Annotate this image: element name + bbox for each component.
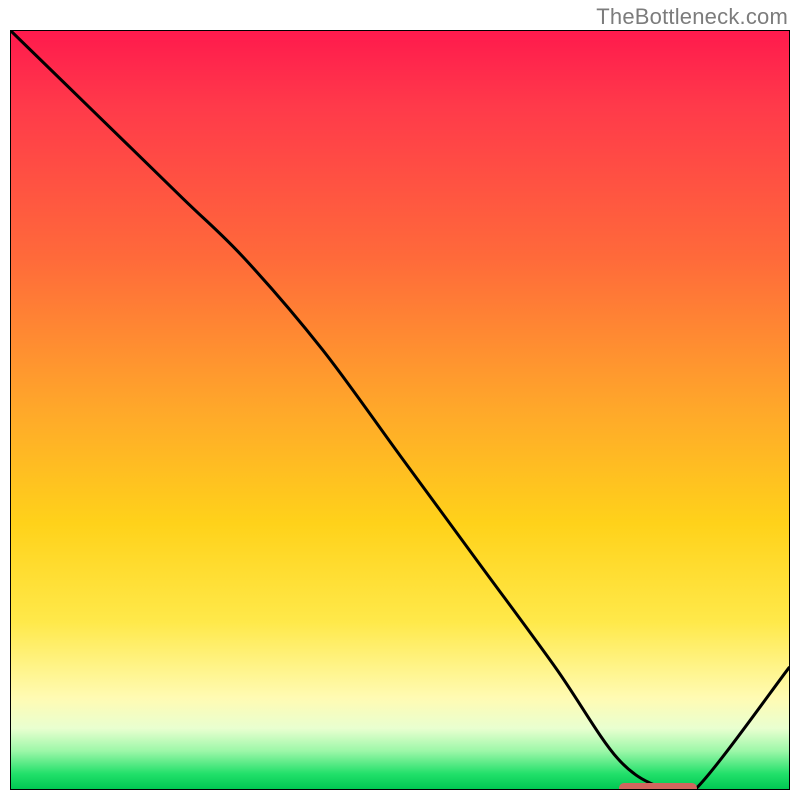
watermark-text: TheBottleneck.com bbox=[596, 4, 788, 30]
optimal-range-marker bbox=[619, 783, 697, 790]
chart-frame bbox=[10, 30, 790, 790]
bottleneck-curve-svg bbox=[11, 31, 789, 789]
bottleneck-curve-path bbox=[11, 31, 789, 789]
